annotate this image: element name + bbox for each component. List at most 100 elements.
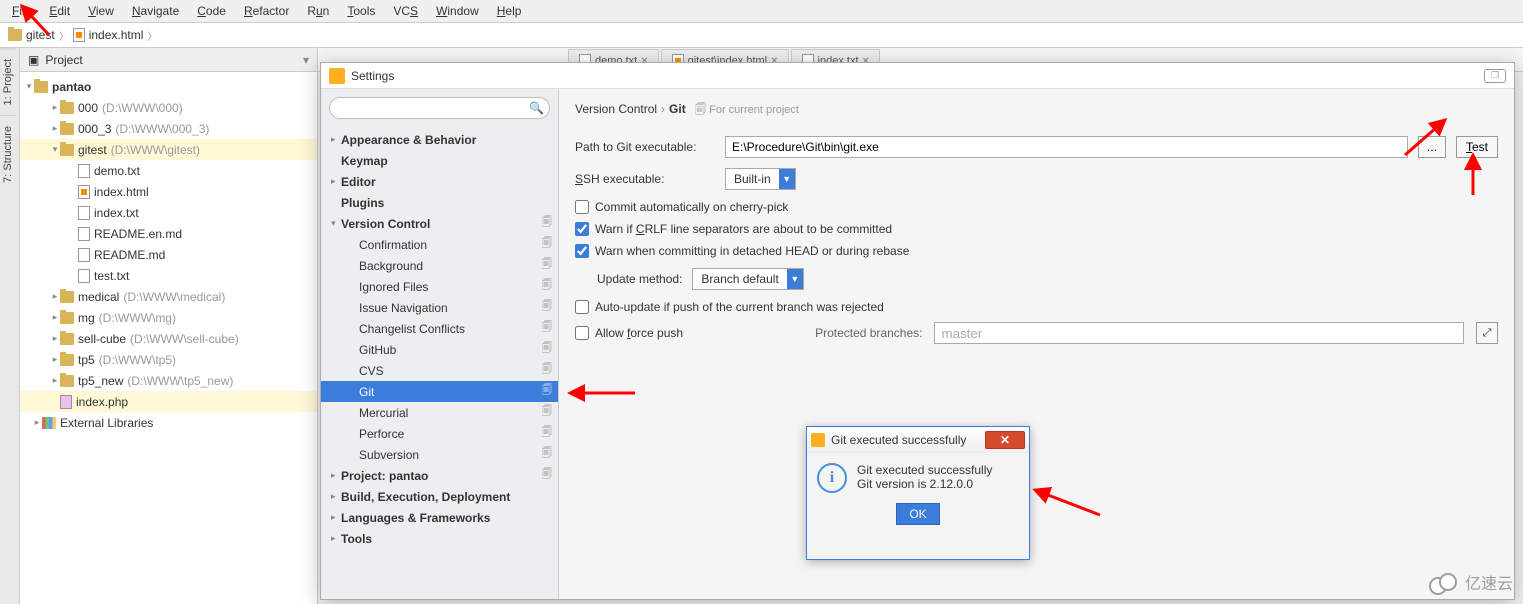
tree-row[interactable]: ▸sell-cube(D:\WWW\sell-cube) xyxy=(20,328,317,349)
settings-tree-item[interactable]: Confirmation🗐 xyxy=(321,234,558,255)
tree-row[interactable]: README.en.md xyxy=(20,223,317,244)
settings-tree-item[interactable]: ▸Appearance & Behavior xyxy=(321,129,558,150)
chk-cherry-pick[interactable]: Commit automatically on cherry-pick xyxy=(575,200,1498,214)
scope-icon: 🗐 xyxy=(542,257,552,274)
tree-row[interactable]: ▸tp5_new(D:\WWW\tp5_new) xyxy=(20,370,317,391)
scope-icon: 🗐 xyxy=(542,467,552,484)
close-button[interactable]: ✕ xyxy=(985,431,1025,449)
chevron-down-icon: ▼ xyxy=(779,169,795,189)
menu-help[interactable]: Help xyxy=(489,2,530,20)
tree-row[interactable]: ▸000(D:\WWW\000) xyxy=(20,97,317,118)
menu-view[interactable]: View xyxy=(80,2,122,20)
git-path-input[interactable] xyxy=(725,136,1408,158)
settings-content: Version Control›Git 🗐 For current projec… xyxy=(559,89,1514,599)
message-dialog: Git executed successfully ✕ i Git execut… xyxy=(806,426,1030,560)
scope-icon: 🗐 xyxy=(542,299,552,316)
tree-row[interactable]: ▾gitest(D:\WWW\gitest) xyxy=(20,139,317,160)
tree-row[interactable]: index.html xyxy=(20,181,317,202)
chevron-right-icon: 〉 xyxy=(147,28,157,43)
project-header-label: Project xyxy=(45,53,82,67)
chevron-down-icon[interactable]: ▾ xyxy=(303,53,309,67)
menu-navigate[interactable]: Navigate xyxy=(124,2,187,20)
settings-tree-item[interactable]: ▸Project: pantao🗐 xyxy=(321,465,558,486)
chk-crlf[interactable]: Warn if CRLF line separators are about t… xyxy=(575,222,1498,236)
dialog-title-label: Settings xyxy=(351,69,394,83)
folder-icon xyxy=(60,102,74,114)
project-icon: ▣ xyxy=(28,53,39,67)
tree-row[interactable]: README.md xyxy=(20,244,317,265)
lib-icon xyxy=(42,417,56,429)
settings-tree-item[interactable]: Ignored Files🗐 xyxy=(321,276,558,297)
tree-row[interactable]: index.php xyxy=(20,391,317,412)
menu-code[interactable]: Code xyxy=(189,2,234,20)
settings-tree-item[interactable]: Background🗐 xyxy=(321,255,558,276)
menu-edit[interactable]: Edit xyxy=(41,2,78,20)
tree-row[interactable]: ▸tp5(D:\WWW\tp5) xyxy=(20,349,317,370)
expand-button[interactable]: ⤢ xyxy=(1476,322,1498,344)
scope-icon: 🗐 xyxy=(542,236,552,253)
settings-tree-item[interactable]: Issue Navigation🗐 xyxy=(321,297,558,318)
vtab-structure[interactable]: 7: Structure xyxy=(0,115,16,193)
settings-tree-item[interactable]: ▸Tools xyxy=(321,528,558,549)
menu-run[interactable]: Run xyxy=(299,2,337,20)
info-icon: i xyxy=(817,463,847,493)
watermark-icon xyxy=(1429,573,1459,591)
settings-tree-item[interactable]: Plugins xyxy=(321,192,558,213)
scope-icon: 🗐 xyxy=(542,278,552,295)
breadcrumb-file[interactable]: index.html xyxy=(73,28,144,42)
html-file-icon xyxy=(73,28,85,42)
update-method-label: Update method: xyxy=(597,272,682,286)
tree-row[interactable]: ▸medical(D:\WWW\medical) xyxy=(20,286,317,307)
settings-tree-item[interactable]: Subversion🗐 xyxy=(321,444,558,465)
folder-icon xyxy=(60,333,74,345)
settings-tree-item[interactable]: ▸Languages & Frameworks xyxy=(321,507,558,528)
breadcrumb-project-label: gitest xyxy=(26,28,55,42)
scope-icon: 🗐 xyxy=(542,446,552,463)
ok-button[interactable]: OK xyxy=(896,503,940,525)
ide-icon xyxy=(329,68,345,84)
settings-tree-item[interactable]: CVS🗐 xyxy=(321,360,558,381)
folder-icon xyxy=(60,144,74,156)
php-icon xyxy=(60,395,72,409)
txt-icon xyxy=(78,269,90,283)
ssh-executable-combo[interactable]: Built-in ▼ xyxy=(725,168,796,190)
settings-search-input[interactable] xyxy=(329,97,550,119)
settings-tree-item[interactable]: Git🗐 xyxy=(321,381,558,402)
tree-row[interactable]: test.txt xyxy=(20,265,317,286)
settings-tree-item[interactable]: GitHub🗐 xyxy=(321,339,558,360)
settings-tree-item[interactable]: ▸Editor xyxy=(321,171,558,192)
maximize-icon[interactable]: ❐ xyxy=(1484,69,1506,83)
menu-refactor[interactable]: Refactor xyxy=(236,2,297,20)
menu-window[interactable]: Window xyxy=(428,2,487,20)
tree-row[interactable]: index.txt xyxy=(20,202,317,223)
folder-icon xyxy=(60,123,74,135)
menu-file[interactable]: File xyxy=(4,2,39,20)
browse-button[interactable]: ... xyxy=(1418,136,1446,158)
menu-vcs[interactable]: VCS xyxy=(385,2,426,20)
breadcrumb-project[interactable]: gitest xyxy=(8,28,55,42)
chk-auto-update[interactable]: Auto-update if push of the current branc… xyxy=(575,300,1498,314)
tree-row[interactable]: demo.txt xyxy=(20,160,317,181)
tree-row[interactable]: ▸mg(D:\WWW\mg) xyxy=(20,307,317,328)
tree-root[interactable]: ▾ pantao xyxy=(20,76,317,97)
breadcrumb: gitest 〉 index.html 〉 xyxy=(0,22,1523,48)
chk-detached[interactable]: Warn when committing in detached HEAD or… xyxy=(575,244,1498,258)
settings-tree-item[interactable]: ▸Build, Execution, Deployment xyxy=(321,486,558,507)
breadcrumb-file-label: index.html xyxy=(89,28,144,42)
protected-branches-input[interactable] xyxy=(934,322,1464,344)
update-method-combo[interactable]: Branch default ▼ xyxy=(692,268,803,290)
test-button[interactable]: Test xyxy=(1456,136,1498,158)
settings-tree-item[interactable]: Mercurial🗐 xyxy=(321,402,558,423)
vtab-project[interactable]: 1: Project xyxy=(0,48,16,115)
settings-tree-item[interactable]: Keymap xyxy=(321,150,558,171)
settings-tree-item[interactable]: Perforce🗐 xyxy=(321,423,558,444)
settings-tree-item[interactable]: Changelist Conflicts🗐 xyxy=(321,318,558,339)
tree-row[interactable]: ▸000_3(D:\WWW\000_3) xyxy=(20,118,317,139)
tree-row[interactable]: ▸External Libraries xyxy=(20,412,317,433)
settings-tree-item[interactable]: ▾Version Control🗐 xyxy=(321,213,558,234)
folder-icon xyxy=(60,375,74,387)
dialog-titlebar: Settings ❐ xyxy=(321,63,1514,89)
chk-force-push[interactable]: Allow force push xyxy=(575,326,683,340)
html-icon xyxy=(78,185,90,199)
menu-tools[interactable]: Tools xyxy=(339,2,383,20)
